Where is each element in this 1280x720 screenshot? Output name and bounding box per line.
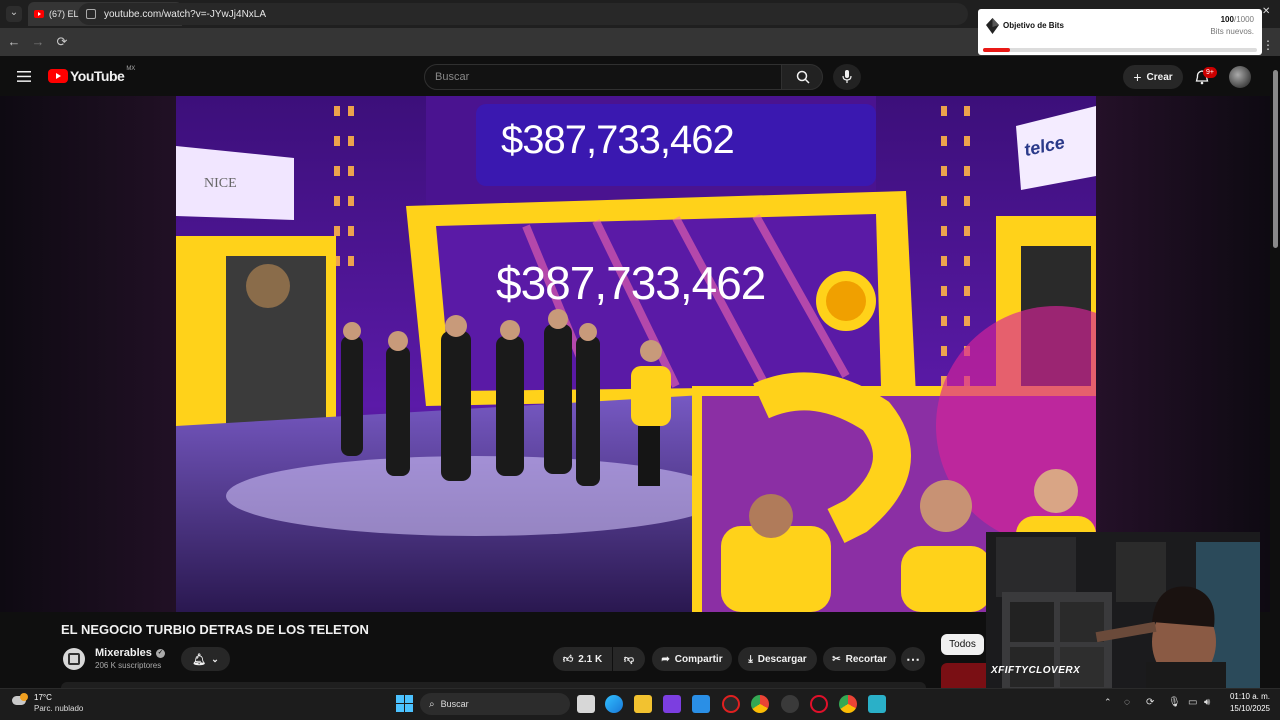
like-count: 2.1 K	[578, 653, 603, 665]
video-player[interactable]: $387,733,462 $387,733,462 NICE telce	[176, 96, 1096, 612]
weather-temperature: 17°C	[34, 693, 52, 702]
taskbar-search-label: Buscar	[440, 699, 469, 709]
download-label: Descargar	[757, 653, 807, 665]
download-button[interactable]: ⤓ Descargar	[738, 647, 817, 671]
url-field[interactable]: youtube.com/watch?v=-JYwJj4NxLA	[78, 3, 968, 25]
search-input[interactable]: Buscar	[424, 64, 782, 90]
verified-icon: ✓	[155, 648, 165, 658]
youtube-logo[interactable]: YouTube MX	[48, 66, 136, 84]
thumbs-down-icon: 👎︎	[623, 654, 635, 665]
scrollbar-thumb[interactable]	[1273, 70, 1278, 248]
forward-button[interactable]: →	[30, 34, 46, 49]
overlay-close-icon[interactable]: ✕	[1262, 6, 1270, 17]
bits-goal-total: /1000	[1233, 15, 1254, 24]
app-icon-red-ring[interactable]	[722, 695, 740, 713]
tray-app-icon[interactable]: ◌	[1124, 697, 1130, 708]
chrome-profile-icon[interactable]	[839, 695, 857, 713]
chrome-icon[interactable]	[751, 695, 769, 713]
chevron-down-icon: ⌄	[211, 653, 219, 664]
channel-name[interactable]: Mixerables ✓	[95, 647, 165, 659]
clip-label: Recortar	[845, 653, 887, 665]
clock-time[interactable]: 01:10 a. m.	[1224, 692, 1270, 701]
more-actions-button[interactable]: ⋯	[901, 647, 925, 671]
voice-search-button[interactable]	[833, 64, 861, 90]
notifications-badge: 9+	[1203, 67, 1217, 78]
account-avatar[interactable]	[1229, 66, 1251, 88]
bell-icon: 🔔︎	[192, 653, 207, 666]
browser-menu-icon[interactable]: ⋮	[1262, 38, 1274, 52]
recommended-thumbnail[interactable]	[941, 663, 986, 688]
clip-button[interactable]: ✂ Recortar	[823, 647, 896, 671]
page-scrollbar[interactable]	[1270, 56, 1280, 688]
clock-date[interactable]: 15/10/2025	[1224, 704, 1270, 713]
bits-subtitle: Bits nuevos.	[1210, 27, 1254, 36]
weather-description: Parc. nublado	[34, 704, 84, 713]
bits-progress-fill	[983, 48, 1011, 52]
video-title: EL NEGOCIO TURBIO DETRAS DE LOS TELETON	[61, 622, 369, 637]
file-explorer-icon[interactable]	[634, 695, 652, 713]
scissors-icon: ✂	[832, 653, 841, 665]
site-info-icon[interactable]	[86, 9, 96, 19]
app-icon-cyan[interactable]	[868, 695, 886, 713]
share-label: Compartir	[674, 653, 723, 665]
show-hidden-icons-chevron-icon[interactable]: ⌃	[1104, 697, 1112, 708]
bits-count: 100/1000	[1221, 15, 1254, 24]
create-button[interactable]: + Crear	[1123, 65, 1183, 89]
edge-browser-icon[interactable]	[605, 695, 623, 713]
volume-icon[interactable]: 🔊︎	[1204, 697, 1210, 708]
back-button[interactable]: ←	[6, 34, 22, 49]
bits-goal-overlay: Objetivo de Bits 100/1000 Bits nuevos.	[978, 9, 1262, 55]
webcam-watermark: XFIFTYCLOVERX	[991, 665, 1081, 676]
task-view-icon[interactable]	[577, 695, 595, 713]
app-icon-blue[interactable]	[692, 695, 710, 713]
like-button[interactable]: 👍︎ 2.1 K	[553, 647, 612, 671]
app-icon-purple[interactable]	[663, 695, 681, 713]
thumbs-up-icon: 👍︎	[562, 654, 574, 665]
taskbar-search[interactable]: ⌕ Buscar	[420, 693, 570, 715]
chip-all[interactable]: Todos	[941, 634, 984, 655]
microphone-tray-icon[interactable]: 🎙︎	[1168, 697, 1181, 708]
youtube-favicon-icon	[34, 10, 44, 18]
subscription-bell-button[interactable]: 🔔︎ ⌄	[181, 647, 230, 671]
subscriber-count: 206 K suscriptores	[95, 661, 162, 670]
search-icon	[796, 70, 810, 84]
taskbar-search-icon: ⌕	[429, 698, 435, 710]
youtube-play-icon	[48, 69, 68, 83]
player-backdrop-left	[0, 96, 176, 612]
bits-progress-track	[983, 48, 1257, 52]
network-icon[interactable]: ▭	[1188, 697, 1197, 708]
windows-start-icon[interactable]	[396, 695, 413, 712]
search-button[interactable]	[781, 64, 823, 90]
dislike-button[interactable]: 👎︎	[613, 647, 645, 671]
opera-icon[interactable]	[810, 695, 828, 713]
tab-search-button[interactable]: ⌄	[6, 6, 22, 22]
download-icon: ⤓	[748, 653, 753, 665]
share-icon: ➦	[661, 653, 670, 665]
tray-sync-icon[interactable]: ⟳	[1146, 697, 1154, 708]
youtube-wordmark: YouTube	[70, 68, 125, 84]
donation-total-center: $387,733,462	[496, 257, 766, 309]
channel-avatar[interactable]	[63, 648, 85, 670]
hamburger-menu-icon[interactable]	[17, 71, 31, 82]
bits-gem-icon	[986, 18, 999, 34]
weather-widget-icon[interactable]	[10, 692, 30, 710]
webcam-overlay: XFIFTYCLOVERX	[986, 532, 1260, 688]
plus-icon: +	[1133, 69, 1142, 85]
region-code: MX	[126, 66, 136, 72]
bits-goal-title: Objetivo de Bits	[1003, 21, 1064, 30]
url-text: youtube.com/watch?v=-JYwJj4NxLA	[104, 8, 267, 20]
bits-current: 100	[1220, 15, 1234, 24]
app-icon-gray[interactable]	[781, 695, 799, 713]
create-label: Crear	[1146, 71, 1173, 83]
reload-button[interactable]: ⟳	[54, 34, 70, 50]
video-frame	[176, 96, 1096, 612]
share-button[interactable]: ➦ Compartir	[652, 647, 732, 671]
channel-name-text: Mixerables	[95, 647, 152, 659]
donation-total-top: $387,733,462	[501, 118, 735, 162]
sponsor-logo-left: NICE	[204, 176, 237, 191]
microphone-icon	[842, 70, 852, 83]
